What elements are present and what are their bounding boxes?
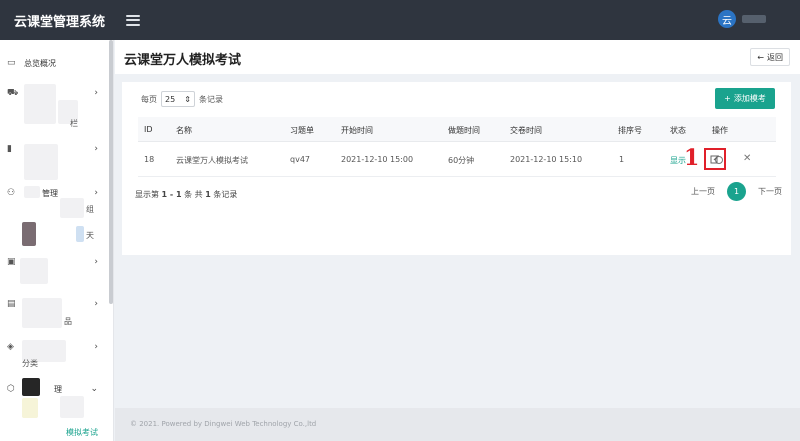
column-header-duration[interactable]: 做题时间 [448, 125, 480, 136]
sidebar-sub-label[interactable]: 组 [86, 204, 94, 215]
chevron-down-icon: ⌄ [90, 384, 98, 394]
page-header: 云课堂万人模拟考试 ← 返回 [115, 40, 800, 74]
user-name-blurred [742, 15, 766, 23]
sidebar-item-label: 理 [54, 384, 62, 394]
blurred-block [22, 222, 36, 246]
chevron-right-icon: › [94, 342, 98, 352]
select-arrows-icon: ⇕ [184, 94, 191, 104]
cell-name: 云课堂万人模拟考试 [176, 156, 248, 165]
sidebar-item-label: 总览概况 [24, 58, 56, 68]
sidebar-sub-label[interactable]: 分类 [22, 358, 38, 369]
cell-id: 18 [144, 155, 155, 164]
chevron-right-icon: › [94, 257, 98, 267]
summary-prefix: 显示第 [135, 190, 159, 199]
column-header-id[interactable]: ID [144, 125, 153, 134]
column-header-actions: 操作 [712, 126, 728, 135]
exam-list-card: 每页 25 ⇕ 条记录 + 添加模考 ID 名称 习题单 开始时间 做题时间 交… [122, 82, 791, 255]
summary-suffix: 条记录 [213, 190, 238, 199]
cart-icon: ⛟ [7, 88, 19, 98]
per-page-control: 每页 25 ⇕ 条记录 [141, 91, 223, 107]
blurred-block [22, 398, 38, 418]
current-page[interactable]: 1 [727, 182, 746, 201]
arrow-left-icon: ← [757, 52, 764, 62]
blurred-block [22, 378, 40, 396]
cell-duration: 60分钟 [448, 156, 475, 165]
sidebar-sub-mock-exam[interactable]: 模拟考试 [66, 427, 98, 438]
sidebar-item-users[interactable]: ⚇ 管理 › [0, 182, 110, 204]
sidebar-item-label: 管理 [42, 188, 58, 198]
briefcase-icon: ▤ [7, 299, 16, 309]
back-button[interactable]: ← 返回 [750, 48, 790, 66]
footer: © 2021. Powered by Dingwei Web Technolog… [115, 408, 800, 441]
page-title: 云课堂万人模拟考试 [124, 53, 242, 68]
blurred-block [20, 258, 48, 284]
sidebar-sub-label[interactable]: 品 [64, 316, 72, 327]
user-menu[interactable]: 云 [718, 10, 766, 28]
sidebar: ▭ 总览概况 ⛟ › 栏 ▮ › ⚇ 管理 › 组 天 ▣ › ▤ › 品 ◈ … [0, 40, 114, 441]
add-button-label: 添加模考 [733, 94, 766, 103]
avatar[interactable]: 云 [718, 10, 736, 28]
main-content: 云课堂万人模拟考试 ← 返回 每页 25 ⇕ 条记录 + 添加模考 ID 名称 … [115, 40, 800, 408]
pagination: 上一页 1 下一页 [691, 182, 782, 201]
chevron-right-icon: › [94, 88, 98, 98]
table-row: 18 云课堂万人模拟考试 qv47 2021-12-10 15:00 60分钟 … [138, 143, 776, 177]
blurred-block [60, 396, 84, 418]
chevron-right-icon: › [94, 144, 98, 154]
sidebar-sub-label[interactable]: 栏 [70, 118, 78, 129]
column-header-order[interactable]: 排序号 [618, 125, 642, 136]
cell-start: 2021-12-10 15:00 [341, 155, 414, 164]
per-page-select[interactable]: 25 ⇕ [161, 91, 195, 107]
edit-icon [710, 155, 719, 164]
blurred-block [24, 84, 56, 124]
record-summary: 显示第 1 - 1 条 共 1 条记录 [135, 189, 237, 200]
cell-order: 1 [619, 155, 625, 164]
prev-page-link[interactable]: 上一页 [691, 186, 715, 197]
per-page-prefix: 每页 [141, 94, 157, 104]
blurred-block [24, 186, 40, 198]
cell-submit: 2021-12-10 15:10 [510, 155, 583, 164]
box-icon: ⬡ [7, 384, 15, 394]
folder-icon: ▣ [7, 257, 16, 267]
sidebar-item-exams[interactable]: ⬡ 理 ⌄ [0, 378, 110, 400]
delete-icon[interactable]: ✕ [743, 153, 751, 164]
bar-chart-icon: ▮ [7, 144, 12, 154]
plus-icon: + [724, 94, 731, 103]
column-header-start[interactable]: 开始时间 [341, 125, 373, 136]
summary-range: 1 - 1 [161, 190, 182, 199]
sidebar-sub-label[interactable]: 天 [86, 230, 94, 241]
edit-button[interactable] [704, 148, 726, 170]
layers-icon: ◈ [7, 342, 14, 352]
blurred-block [22, 298, 62, 328]
table-header: ID 名称 习题单 开始时间 做题时间 交卷时间 排序号 状态 操作 [138, 117, 776, 142]
column-header-name[interactable]: 名称 [176, 125, 192, 136]
menu-toggle-icon[interactable] [126, 14, 140, 26]
sidebar-item-overview[interactable]: ▭ 总览概况 [0, 52, 110, 74]
back-button-label: 返回 [767, 52, 783, 62]
per-page-suffix: 条记录 [199, 94, 223, 104]
column-header-sheet[interactable]: 习题单 [290, 125, 314, 136]
blurred-block [60, 198, 84, 218]
per-page-value: 25 [165, 94, 176, 104]
annotation-number: 1 [684, 145, 700, 171]
top-bar: 云课堂管理系统 云 [0, 0, 800, 40]
blurred-block [76, 226, 84, 242]
brand-title: 云课堂管理系统 [14, 14, 106, 30]
sidebar-item-5[interactable]: ▣ › [0, 251, 110, 273]
blurred-block [24, 144, 58, 180]
chevron-right-icon: › [94, 299, 98, 309]
chevron-right-icon: › [94, 188, 98, 198]
column-header-submit[interactable]: 交卷时间 [510, 125, 542, 136]
add-mock-exam-button[interactable]: + 添加模考 [715, 88, 775, 109]
summary-mid: 条 共 [184, 190, 203, 199]
summary-total: 1 [205, 190, 211, 199]
cell-sheet: qv47 [290, 155, 310, 164]
monitor-icon: ▭ [7, 58, 16, 68]
next-page-link[interactable]: 下一页 [758, 186, 782, 197]
column-header-status[interactable]: 状态 [670, 125, 686, 136]
users-icon: ⚇ [7, 188, 16, 198]
